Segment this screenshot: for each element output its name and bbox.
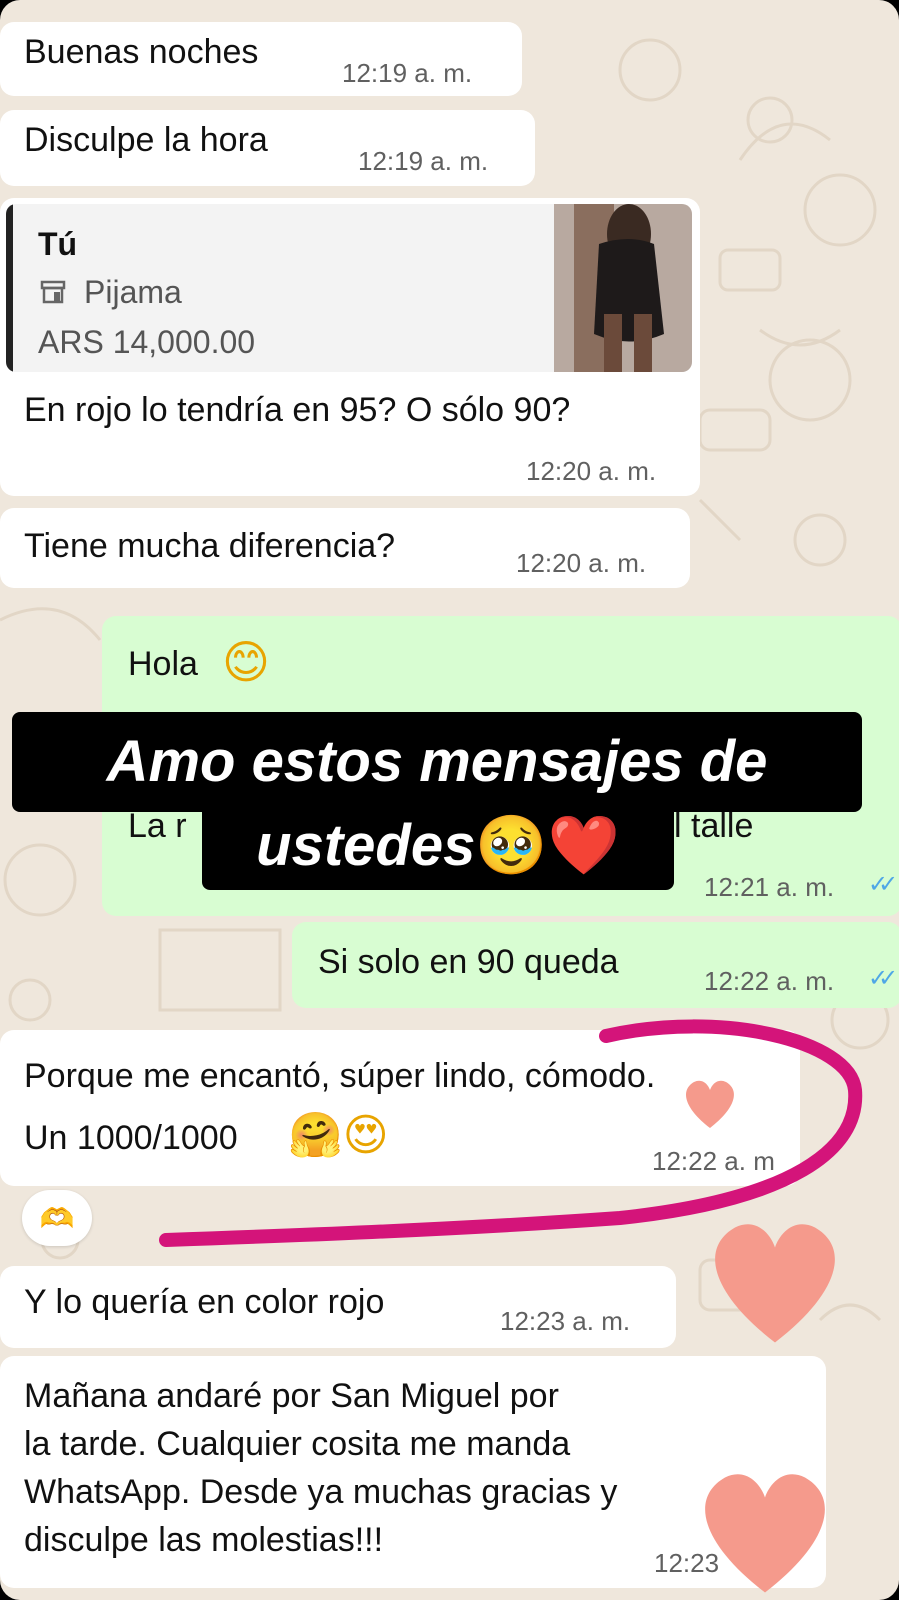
incoming-message[interactable]: Tiene mucha diferencia? 12:20 a. m. [0,508,690,588]
read-ticks-icon: ✓✓ [868,965,898,992]
message-text: Hola [128,645,198,683]
incoming-message[interactable]: Y lo quería en color rojo 12:23 a. m. [0,1266,676,1348]
incoming-message-with-quote[interactable]: Tú Pijama ARS 14,000.00 En rojo lo tendr… [0,198,700,496]
quote-author: Tú [38,226,78,262]
caption-line-2: ustedes🥹❤️ [202,800,674,890]
product-thumbnail[interactable] [554,204,692,372]
quote-product-name: Pijama [84,274,182,310]
quote-accent-bar [6,204,13,372]
message-text: Un 1000/1000 [24,1119,238,1157]
caption-line-1: Amo estos mensajes de [12,712,862,812]
chat-screen: Buenas noches 12:19 a. m. Disculpe la ho… [0,0,899,1600]
message-text: Si solo en 90 queda [318,943,619,981]
incoming-message[interactable]: Disculpe la hora 12:19 a. m. [0,110,535,186]
message-text: Buenas noches [24,33,259,71]
teary-heart-emoji: 🥹❤️ [475,811,620,879]
quote-product-price: ARS 14,000.00 [38,324,256,360]
message-text: En rojo lo tendría en 95? O sólo 90? [24,391,571,429]
message-time: 12:22 a. m. [704,966,835,996]
heart-sticker-small [686,1080,734,1128]
heart-sticker-large [705,1474,825,1593]
message-time: 12:23 a. m. [500,1306,631,1336]
read-ticks-icon: ✓✓ [868,871,898,898]
hug-heart-eyes-emoji: 🤗😍 [288,1110,389,1161]
message-text-line: WhatsApp. Desde ya muchas gracias y [24,1473,618,1511]
message-time: 12:22 a. m [652,1146,775,1176]
heart-sticker-medium [715,1224,835,1343]
reaction-badge[interactable]: 🫶 [22,1190,92,1246]
message-text: Porque me encantó, súper lindo, cómodo. [24,1057,656,1095]
caption-text: ustedes [256,813,476,878]
smile-emoji: 😊 [222,635,270,689]
message-text-line: la tarde. Cualquier cosita me manda [24,1425,571,1463]
message-text-line: Mañana andaré por San Miguel por [24,1377,559,1415]
message-time: 12:20 a. m. [526,456,657,486]
message-time: 12:19 a. m. [342,58,473,88]
message-text: Tiene mucha diferencia? [24,527,396,565]
caption-text: Amo estos mensajes de [106,729,768,794]
message-text-line: disculpe las molestias!!! [24,1521,384,1559]
heart-hands-emoji: 🫶 [39,1201,75,1235]
message-time: 12:19 a. m. [358,146,489,176]
incoming-message[interactable]: Buenas noches 12:19 a. m. [0,22,522,96]
message-text: Disculpe la hora [24,121,268,159]
quoted-product[interactable]: Tú Pijama ARS 14,000.00 [6,204,692,372]
message-time: 12:21 a. m. [704,872,835,902]
store-icon [40,280,66,304]
message-text: Y lo quería en color rojo [24,1283,385,1321]
outgoing-message[interactable]: Si solo en 90 queda 12:22 a. m. ✓✓ [292,922,899,1008]
message-time: 12:20 a. m. [516,548,647,578]
